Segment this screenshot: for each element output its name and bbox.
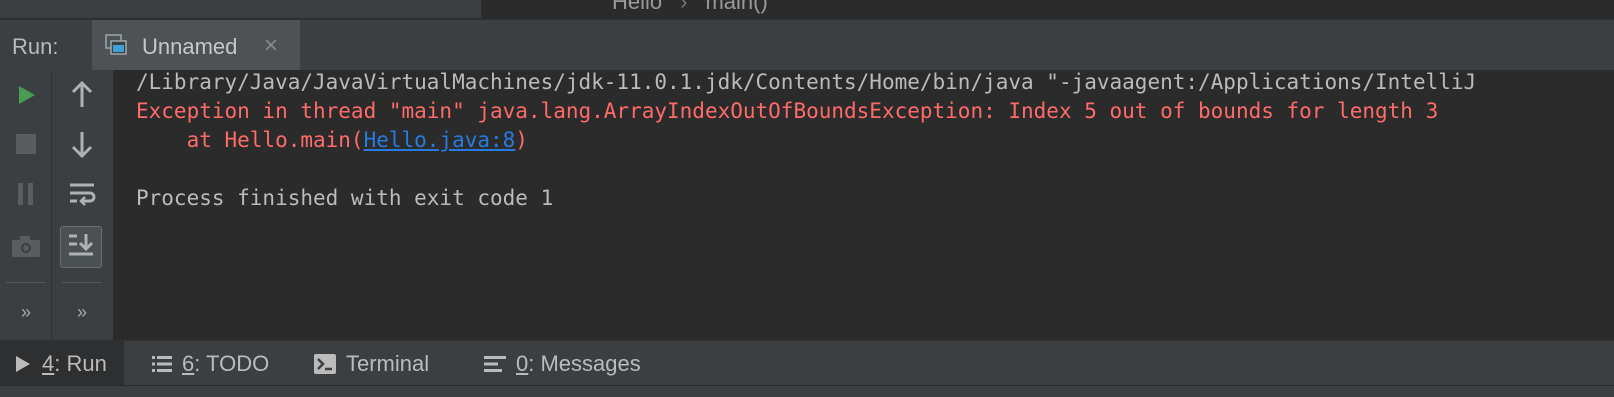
scroll-to-end-icon [67, 232, 95, 263]
tool-window-bar: 4: Run 6: TODO Terminal 0: Messages [0, 340, 1614, 386]
breadcrumb-item-class[interactable]: Hello [612, 0, 662, 14]
status-bar [0, 385, 1614, 397]
tool-tab-run[interactable]: 4: Run [0, 341, 124, 386]
editor-breadcrumb-bar: Hello › main() [0, 0, 1614, 18]
soft-wrap-icon [68, 181, 96, 212]
console-actions-toolbar: » [52, 70, 114, 340]
console-line-command: /Library/Java/JavaVirtualMachines/jdk-11… [136, 70, 1477, 94]
console-output[interactable]: /Library/Java/JavaVirtualMachines/jdk-11… [114, 70, 1614, 340]
tool-tab-run-label: : Run [54, 350, 107, 376]
rerun-button[interactable] [6, 77, 46, 117]
arrow-down-icon [70, 130, 94, 163]
arrow-up-icon [70, 80, 94, 114]
tool-tab-todo-number: 6 [182, 350, 195, 376]
tool-tab-todo-label: : TODO [194, 350, 270, 376]
run-tab-unnamed[interactable]: Unnamed × [92, 20, 300, 70]
run-icon [14, 354, 32, 374]
more-icon: » [20, 301, 31, 322]
list-icon [152, 355, 172, 373]
soft-wrap-button[interactable] [62, 176, 102, 216]
run-actions-toolbar: » [0, 70, 52, 340]
stop-icon [15, 133, 37, 160]
toolbar-divider [62, 282, 102, 283]
camera-icon [11, 234, 41, 263]
pause-icon [15, 182, 37, 211]
terminal-icon [314, 353, 336, 374]
dump-threads-button[interactable] [6, 228, 46, 268]
tool-tab-todo[interactable]: 6: TODO [152, 341, 269, 386]
toolbar-divider [6, 282, 46, 283]
tool-tab-messages[interactable]: 0: Messages [484, 341, 641, 386]
console-line-exception: Exception in thread "main" java.lang.Arr… [136, 99, 1439, 123]
breadcrumb-item-method[interactable]: main() [705, 0, 767, 14]
run-tool-window-header: Run: Unnamed × [0, 19, 1614, 70]
more-actions-button[interactable]: » [6, 292, 46, 332]
console-line-stacktrace: at Hello.main(Hello.java:8) [136, 128, 528, 152]
next-occurrence-button[interactable] [62, 126, 102, 166]
stop-button[interactable] [6, 126, 46, 166]
run-label: Run: [12, 34, 59, 59]
tool-tab-terminal-label: Terminal [346, 350, 430, 376]
scroll-to-end-button[interactable] [60, 226, 102, 268]
breadcrumb-separator: › [680, 0, 688, 14]
tool-tab-messages-label: : Messages [528, 350, 641, 376]
previous-occurrence-button[interactable] [62, 77, 102, 117]
console-line-exit: Process finished with exit code 1 [136, 186, 554, 210]
close-icon[interactable]: × [264, 32, 278, 60]
breadcrumb: Hello › main() [612, 0, 768, 15]
messages-icon [484, 355, 506, 373]
pause-button[interactable] [6, 176, 46, 216]
run-configuration-icon [104, 33, 128, 57]
tool-tab-run-number: 4 [42, 350, 55, 376]
rerun-icon [14, 83, 38, 112]
tool-tab-terminal[interactable]: Terminal [314, 341, 429, 386]
more-actions-button[interactable]: » [62, 292, 102, 332]
run-tab-label: Unnamed [142, 34, 238, 59]
more-icon: » [76, 301, 87, 322]
stacktrace-prefix: at Hello.main( [136, 128, 364, 152]
source-link[interactable]: Hello.java:8 [364, 128, 516, 152]
tool-tab-messages-number: 0 [516, 350, 529, 376]
stacktrace-suffix: ) [515, 128, 528, 152]
